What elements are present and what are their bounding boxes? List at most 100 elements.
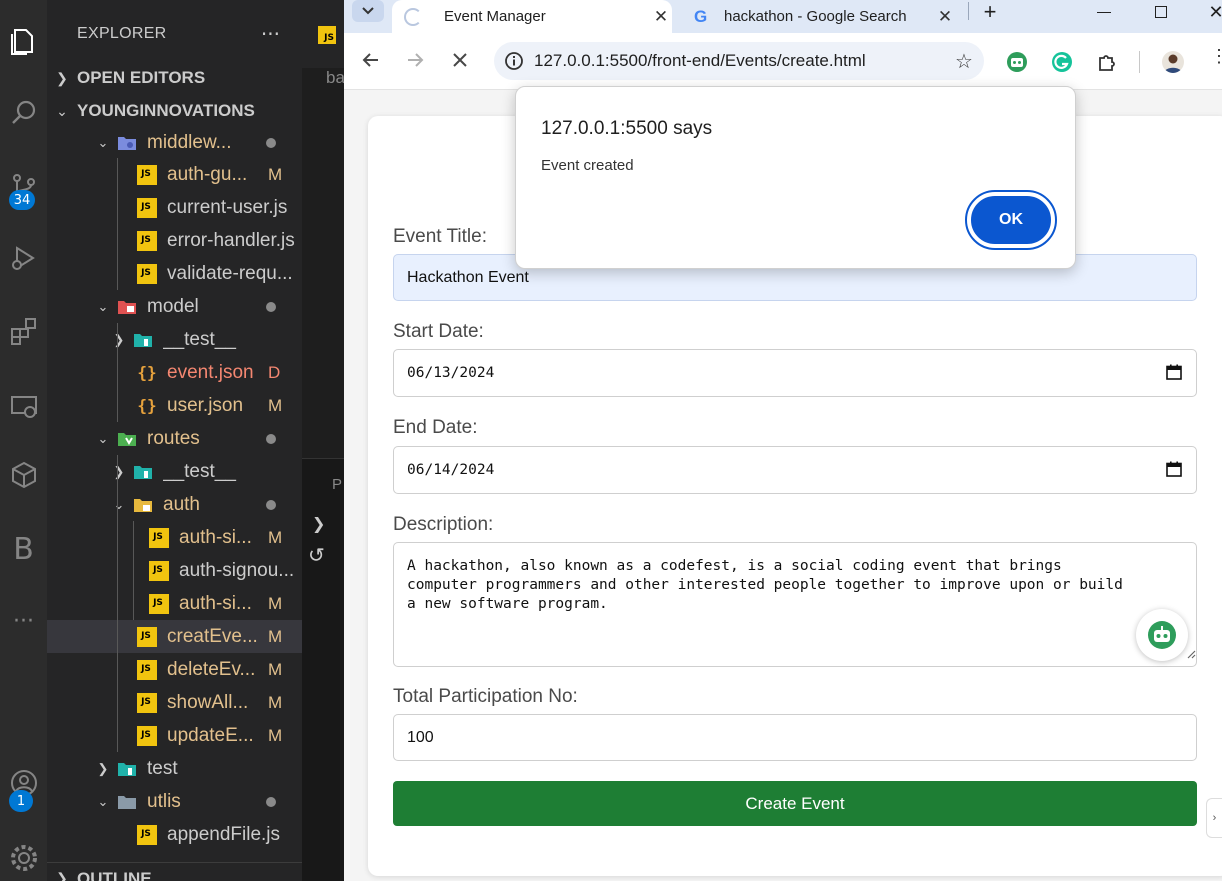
tree-item-folder[interactable]: ⌄ utlis xyxy=(47,785,302,818)
chevron-down-icon: ⌄ xyxy=(56,102,68,119)
open-editors-section[interactable]: ❯ OPEN EDITORS xyxy=(47,62,302,94)
side-panel-toggle-icon[interactable]: › xyxy=(1206,798,1222,838)
tree-item-file[interactable]: JS auth-si... M xyxy=(47,521,302,554)
tab-title: hackathon - Google Search xyxy=(724,8,907,25)
bot-extension-icon[interactable] xyxy=(1136,609,1188,661)
tab-search-icon[interactable] xyxy=(352,0,384,22)
tree-item-label: event.json xyxy=(167,361,254,383)
tab-event-manager[interactable]: Event Manager ✕ xyxy=(392,0,672,33)
tree-item-label: user.json xyxy=(167,394,244,416)
json-file-icon: {} xyxy=(137,363,157,382)
remote-explorer-icon[interactable] xyxy=(0,383,47,429)
tree-item-label: routes xyxy=(147,427,200,449)
extensions-puzzle-icon[interactable] xyxy=(1096,51,1118,73)
tree-item-file[interactable]: JS auth-gu... M xyxy=(47,158,302,191)
js-file-icon: JS xyxy=(149,527,169,548)
tab-google-search[interactable]: G hackathon - Google Search ✕ xyxy=(684,0,956,33)
search-icon[interactable] xyxy=(0,90,47,136)
more-icon[interactable]: ··· xyxy=(0,598,47,644)
run-debug-icon[interactable] xyxy=(0,235,47,281)
address-bar[interactable]: 127.0.0.1:5500/front-end/Events/create.h… xyxy=(494,42,984,80)
bot-extension-icon[interactable] xyxy=(1006,51,1028,73)
url-text[interactable]: 127.0.0.1:5500/front-end/Events/create.h… xyxy=(534,51,944,71)
folder-auth-icon xyxy=(133,495,153,515)
workspace-section[interactable]: ⌄ YOUNGINNOVATIONS xyxy=(47,95,302,127)
ok-button[interactable]: OK xyxy=(965,190,1057,250)
tree-item-file[interactable]: JS validate-requ... xyxy=(47,257,302,290)
tree-item-file[interactable]: JS auth-signou... xyxy=(47,554,302,587)
js-file-icon: JS xyxy=(137,263,157,284)
testing-icon[interactable] xyxy=(0,452,47,498)
create-event-button[interactable]: Create Event xyxy=(393,781,1197,826)
tree-item-file[interactable]: JS appendFile.js xyxy=(47,818,302,851)
panel-tab-fragment[interactable]: P xyxy=(332,476,342,493)
history-icon[interactable]: ↺ xyxy=(308,543,325,567)
tree-item-folder[interactable]: ⌄ middlew... xyxy=(47,126,302,159)
folder-test-icon xyxy=(117,759,137,779)
settings-gear-icon[interactable] xyxy=(0,835,47,881)
tree-item-file[interactable]: {} user.json M xyxy=(47,389,302,422)
tree-item-folder[interactable]: ❯ __test__ xyxy=(47,323,302,356)
bold-b-icon[interactable]: B xyxy=(0,526,47,572)
grammarly-icon[interactable] xyxy=(1051,51,1073,73)
end-date-value: 06/14/2024 xyxy=(407,462,495,478)
stop-icon[interactable] xyxy=(445,45,475,75)
profile-avatar-icon[interactable] xyxy=(1162,51,1184,73)
open-editors-label: OPEN EDITORS xyxy=(77,68,206,87)
tree-item-folder[interactable]: ⌄ model xyxy=(47,290,302,323)
tree-item-file[interactable]: JS showAll... M xyxy=(47,686,302,719)
close-tab-icon[interactable]: ✕ xyxy=(650,7,672,27)
workspace-label: YOUNGINNOVATIONS xyxy=(77,101,255,120)
tree-item-file[interactable]: JS deleteEv... M xyxy=(47,653,302,686)
tree-item-folder[interactable]: ❯ __test__ xyxy=(47,455,302,488)
git-status: M xyxy=(268,725,283,745)
accounts-badge: 1 xyxy=(9,790,33,812)
chevron-right-icon: ❯ xyxy=(97,760,109,776)
tab-strip: Event Manager ✕ G hackathon - Google Sea… xyxy=(344,0,1222,33)
more-actions-icon[interactable]: ··· xyxy=(261,22,280,46)
new-tab-button[interactable]: + xyxy=(970,0,1010,24)
activity-bar: 34 B ··· 1 xyxy=(0,0,47,881)
close-tab-icon[interactable]: ✕ xyxy=(934,7,956,27)
tree-item-label: __test__ xyxy=(163,328,236,350)
tree-item-folder[interactable]: ❯ test xyxy=(47,752,302,785)
close-window-icon[interactable]: ✕ xyxy=(1196,0,1222,24)
tree-item-folder[interactable]: ⌄ routes xyxy=(47,422,302,455)
tree-item-file[interactable]: JS current-user.js xyxy=(47,191,302,224)
js-file-icon: JS xyxy=(137,230,157,251)
modified-dot xyxy=(266,796,276,807)
extensions-icon[interactable] xyxy=(0,308,47,354)
end-date-input[interactable]: 06/14/2024 xyxy=(393,446,1197,494)
maximize-icon[interactable] xyxy=(1141,0,1181,24)
chevron-right-icon[interactable]: ❯ xyxy=(312,514,325,533)
tree-item-file[interactable]: JS updateE... M xyxy=(47,719,302,752)
outline-section[interactable]: ❯ OUTLINE xyxy=(47,862,302,881)
forward-icon[interactable] xyxy=(401,45,431,75)
tree-item-folder[interactable]: ⌄ auth xyxy=(47,488,302,521)
start-date-input[interactable]: 06/13/2024 xyxy=(393,349,1197,397)
description-textarea[interactable]: A hackathon, also known as a codefest, i… xyxy=(393,542,1197,667)
tree-item-file[interactable]: {} event.json D xyxy=(47,356,302,389)
calendar-icon[interactable] xyxy=(1166,364,1182,380)
site-info-icon[interactable] xyxy=(494,51,534,71)
js-file-icon: JS xyxy=(149,593,169,614)
bookmark-star-icon[interactable]: ☆ xyxy=(944,49,984,74)
chevron-right-icon: ❯ xyxy=(56,69,68,86)
js-file-icon[interactable]: JS xyxy=(318,26,336,44)
back-icon[interactable] xyxy=(355,45,385,75)
indent-guide xyxy=(117,158,118,290)
git-status: M xyxy=(268,626,283,646)
chevron-down-icon: ⌄ xyxy=(97,134,109,150)
calendar-icon[interactable] xyxy=(1166,461,1182,477)
js-file-icon: JS xyxy=(137,197,157,218)
tree-item-file[interactable]: JS error-handler.js xyxy=(47,224,302,257)
resize-handle-icon[interactable] xyxy=(1186,649,1196,659)
tree-item-file-selected[interactable]: JS creatEve... M xyxy=(47,620,302,653)
tree-item-label: validate-requ... xyxy=(167,262,293,284)
participation-input[interactable]: 100 xyxy=(393,714,1197,761)
tree-item-file[interactable]: JS auth-si... M xyxy=(47,587,302,620)
chevron-right-icon: ❯ xyxy=(113,463,125,479)
explorer-icon[interactable] xyxy=(0,18,47,64)
minimize-icon[interactable] xyxy=(1084,0,1124,24)
kebab-menu-icon[interactable]: ⋮ xyxy=(1210,47,1222,65)
